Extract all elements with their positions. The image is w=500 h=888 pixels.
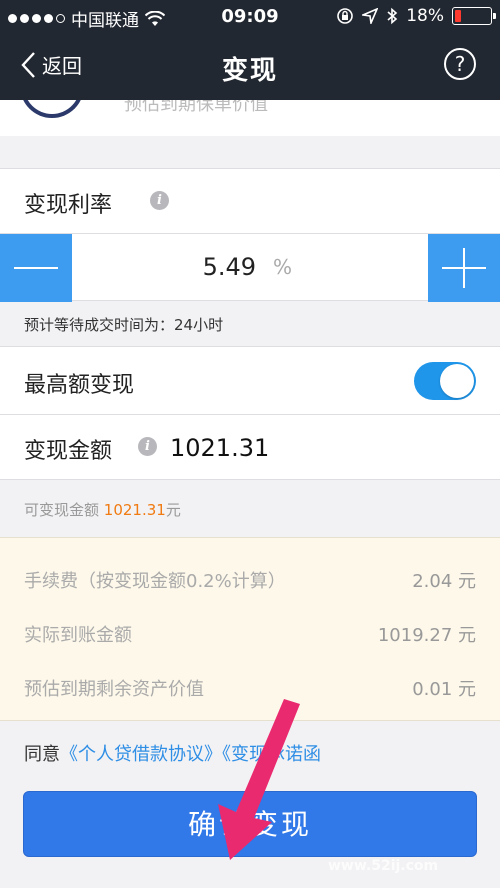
bluetooth-icon [387,7,398,25]
available-prefix: 可变现金额 [24,501,100,519]
battery-icon [452,7,496,25]
loan-agreement-link[interactable]: 《个人贷借款协议》 [60,744,222,765]
nav-bar: 返回 变现 ? [0,34,500,100]
max-cash-label: 最高额变现 [24,373,135,398]
amount-info-icon[interactable]: i [138,437,157,456]
fee-value: 2.04 元 [412,571,476,592]
remaining-value: 0.01 元 [412,679,476,700]
rate-header: 变现利率 i [0,168,500,233]
available-amount-text: 可变现金额 1021.31元 [24,499,181,520]
watermark: www.52ij.com [328,858,439,874]
location-icon [362,8,379,24]
agree-prefix: 同意 [24,744,60,765]
rate-unit: % [273,255,293,279]
toggle-knob [440,364,474,398]
confirm-cash-out-button[interactable]: 确认变现 [23,791,477,857]
agreement-row: 同意《个人贷借款协议》《变现承诺函 [0,730,500,776]
available-amount-row: 可变现金额 1021.31元 [0,480,500,536]
help-button[interactable]: ? [444,48,476,80]
battery-level [455,10,461,22]
page-title: 变现 [221,56,278,86]
policy-summary-card: 预估到期保单价值 [0,100,500,136]
rotation-lock-icon [337,8,354,24]
wait-time-hint: 预计等待成交时间为：24小时 [0,302,500,346]
max-cash-toggle[interactable] [414,362,476,400]
rate-increase-button[interactable] [428,234,500,302]
battery-percent: 18% [406,6,444,26]
received-label: 实际到账金额 [24,625,132,646]
fee-row: 手续费（按变现金额0.2%计算） 2.04 元 [0,550,500,606]
amount-label: 变现金额 [24,439,113,464]
remaining-label: 预估到期剩余资产价值 [24,679,204,700]
rate-info-icon[interactable]: i [150,191,169,210]
agreement-text: 同意《个人贷借款协议》《变现承诺函 [24,740,321,766]
fee-summary: 手续费（按变现金额0.2%计算） 2.04 元 实际到账金额 1019.27 元… [0,537,500,721]
rate-stepper: 5.49 % [0,233,500,302]
insurer-logo [20,100,84,118]
received-row: 实际到账金额 1019.27 元 [0,604,500,660]
rate-decrease-button[interactable] [0,234,72,302]
received-value: 1019.27 元 [377,625,476,646]
rate-value[interactable]: 5.49 [150,253,256,281]
available-value: 1021.31 [103,501,166,519]
remaining-row: 预估到期剩余资产价值 0.01 元 [0,658,500,714]
wait-time-text: 预计等待成交时间为：24小时 [24,316,224,334]
available-suffix: 元 [165,501,181,519]
status-right: 18% [336,6,496,26]
amount-input[interactable]: 1021.31 [170,434,269,462]
policy-value-label: 预估到期保单价值 [124,100,268,115]
commitment-letter-link[interactable]: 《变现承诺函 [222,744,321,765]
status-bar: 中国联通 09:09 18% [0,0,500,34]
rate-label: 变现利率 [24,193,113,218]
fee-label: 手续费（按变现金额0.2%计算） [24,571,286,592]
